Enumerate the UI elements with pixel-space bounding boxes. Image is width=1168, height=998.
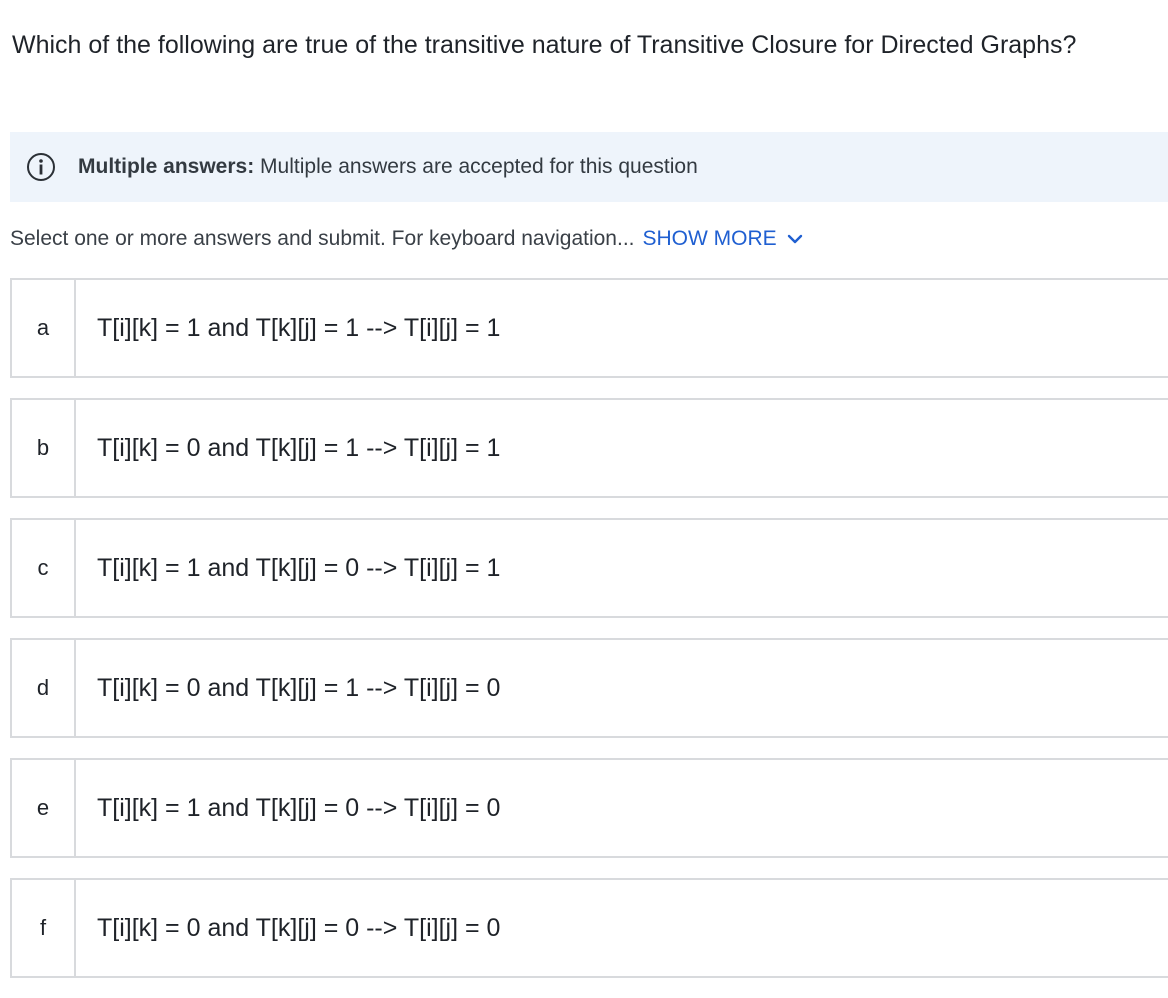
- instruction: Select one or more answers and submit. F…: [10, 224, 803, 254]
- info-description: Multiple answers are accepted for this q…: [260, 155, 698, 178]
- answer-option-c[interactable]: c T[i][k] = 1 and T[k][j] = 0 --> T[i][j…: [10, 518, 1168, 618]
- answer-text: T[i][k] = 0 and T[k][j] = 1 --> T[i][j] …: [97, 673, 501, 702]
- answer-text: T[i][k] = 0 and T[k][j] = 0 --> T[i][j] …: [97, 913, 501, 942]
- info-icon: [26, 152, 56, 182]
- answer-list: a T[i][k] = 1 and T[k][j] = 1 --> T[i][j…: [10, 278, 1168, 998]
- show-more-button[interactable]: SHOW MORE: [642, 224, 802, 254]
- answer-text: T[i][k] = 1 and T[k][j] = 1 --> T[i][j] …: [97, 313, 501, 342]
- show-more-label: SHOW MORE: [642, 227, 777, 250]
- answer-text: T[i][k] = 0 and T[k][j] = 1 --> T[i][j] …: [97, 433, 501, 462]
- answer-text: T[i][k] = 1 and T[k][j] = 0 --> T[i][j] …: [97, 553, 501, 582]
- answer-letter: e: [12, 760, 76, 856]
- answer-letter: b: [12, 400, 76, 496]
- answer-letter: d: [12, 640, 76, 736]
- question-text: Which of the following are true of the t…: [12, 31, 1077, 59]
- answer-text: T[i][k] = 1 and T[k][j] = 0 --> T[i][j] …: [97, 793, 501, 822]
- answer-option-e[interactable]: e T[i][k] = 1 and T[k][j] = 0 --> T[i][j…: [10, 758, 1168, 858]
- info-message: Multiple answers: Multiple answers are a…: [78, 155, 698, 179]
- answer-option-b[interactable]: b T[i][k] = 0 and T[k][j] = 1 --> T[i][j…: [10, 398, 1168, 498]
- info-label: Multiple answers:: [78, 155, 255, 178]
- answer-letter: a: [12, 280, 76, 376]
- answer-letter: f: [12, 880, 76, 976]
- answer-option-f[interactable]: f T[i][k] = 0 and T[k][j] = 0 --> T[i][j…: [10, 878, 1168, 978]
- answer-option-d[interactable]: d T[i][k] = 0 and T[k][j] = 1 --> T[i][j…: [10, 638, 1168, 738]
- answer-letter: c: [12, 520, 76, 616]
- info-banner: Multiple answers: Multiple answers are a…: [10, 132, 1168, 202]
- chevron-down-icon: [787, 233, 803, 245]
- instruction-text: Select one or more answers and submit. F…: [10, 227, 635, 250]
- answer-option-a[interactable]: a T[i][k] = 1 and T[k][j] = 1 --> T[i][j…: [10, 278, 1168, 378]
